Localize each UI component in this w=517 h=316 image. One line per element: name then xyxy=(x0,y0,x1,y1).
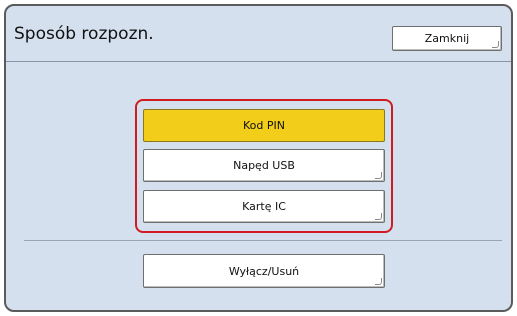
page-title: Sposób rozpozn. xyxy=(14,24,154,44)
close-button-label: Zamknij xyxy=(424,32,470,45)
disable-delete-button[interactable]: Wyłącz/Usuń xyxy=(143,254,385,288)
pin-code-label: Kod PIN xyxy=(243,119,285,132)
header-bar: Sposób rozpozn. Zamknij xyxy=(6,6,511,62)
button-corner-grip-icon xyxy=(375,278,382,285)
section-divider xyxy=(24,240,502,241)
button-corner-grip-icon xyxy=(375,213,382,220)
button-corner-grip-icon xyxy=(375,172,382,179)
auth-method-screen: Sposób rozpozn. Zamknij Kod PIN Napęd US… xyxy=(4,4,513,312)
disable-delete-label: Wyłącz/Usuń xyxy=(228,264,300,278)
button-corner-grip-icon xyxy=(492,41,499,48)
ic-card-button[interactable]: Kartę IC xyxy=(143,190,385,223)
usb-drive-label: Napęd USB xyxy=(233,159,295,172)
close-button[interactable]: Zamknij xyxy=(392,26,502,51)
pin-code-button[interactable]: Kod PIN xyxy=(143,109,385,142)
ic-card-label: Kartę IC xyxy=(242,200,286,213)
usb-drive-button[interactable]: Napęd USB xyxy=(143,149,385,182)
